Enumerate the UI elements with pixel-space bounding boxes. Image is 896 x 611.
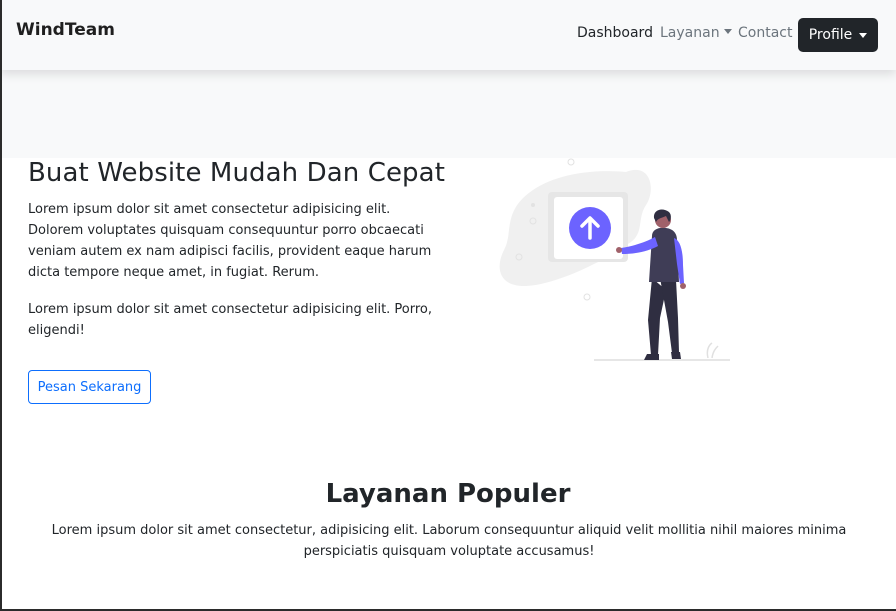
hero-paragraph-2: Lorem ipsum dolor sit amet consectetur a… (28, 302, 433, 338)
profile-button-label: Profile (808, 27, 853, 43)
nav-dropdown-layanan-label: Layanan (660, 25, 720, 41)
window-left-border (0, 0, 2, 611)
header-spacer-band (0, 70, 896, 158)
caret-down-icon (723, 29, 732, 34)
navbar-brand[interactable]: WindTeam (16, 20, 115, 40)
hero-paragraph-1: Lorem ipsum dolor sit amet consectetur a… (28, 202, 432, 280)
nav-link-contact[interactable]: Contact (738, 25, 792, 41)
services-description: Lorem ipsum dolor sit amet consectetur, … (51, 523, 847, 559)
nav-link-contact-label: Contact (738, 25, 793, 41)
navbar: WindTeam Dashboard Layanan Contact Profi… (0, 0, 896, 70)
nav-link-dashboard-label: Dashboard (577, 25, 653, 41)
upload-illustration (499, 158, 730, 361)
nav-link-dashboard[interactable]: Dashboard (577, 25, 653, 41)
order-now-button[interactable]: Pesan Sekarang (28, 370, 151, 404)
nav-dropdown-layanan[interactable]: Layanan (660, 25, 732, 41)
hero-title: Buat Website Mudah Dan Cepat (28, 158, 445, 188)
profile-dropdown-button[interactable]: Profile (798, 18, 878, 52)
caret-down-icon (859, 32, 868, 38)
services-title: Layanan Populer (325, 479, 571, 509)
